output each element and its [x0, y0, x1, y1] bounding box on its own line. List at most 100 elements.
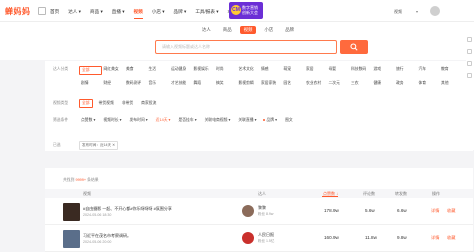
category-item[interactable]: 汽车: [417, 66, 440, 75]
video-type-option[interactable]: 带货视频: [97, 100, 116, 107]
category-item[interactable]: 家居家装: [259, 80, 282, 87]
condition-dropdown[interactable]: 品牌 ▾: [265, 116, 280, 124]
category-item[interactable]: 三农: [349, 80, 372, 87]
condition-dropdown[interactable]: 发布时间 ▾: [128, 116, 150, 124]
nav-item-tools[interactable]: 工具/报表 ▾: [195, 9, 218, 19]
category-item[interactable]: 农业农村: [304, 80, 327, 87]
category-item[interactable]: 母婴: [327, 66, 350, 75]
category-item[interactable]: 搞笑: [214, 80, 237, 87]
sort-indicator: [322, 196, 338, 197]
tab-shop[interactable]: 小店: [260, 26, 277, 34]
selected-tag[interactable]: 发布时间：近14天 ✕: [79, 141, 119, 150]
category-item[interactable]: 财经: [102, 80, 125, 87]
feedback-icon[interactable]: [467, 49, 472, 54]
category-item[interactable]: 园艺: [282, 80, 305, 87]
category-item[interactable]: 生活: [147, 66, 170, 75]
category-grid: 全部 网红美女 美食 生活 运动健身 影视娱乐 时尚 艺术文化 情感 萌宠 家居…: [79, 66, 469, 87]
category-item[interactable]: 游戏: [372, 66, 395, 75]
category-item[interactable]: 家居: [304, 66, 327, 75]
service-icon[interactable]: [467, 37, 472, 42]
category-item[interactable]: 舞蹈: [192, 80, 215, 87]
filter-panel: 达人分类 全部 网红美女 美食 生活 运动健身 影视娱乐 时尚 艺术文化 情感 …: [45, 61, 473, 151]
category-item[interactable]: 科技数码: [349, 66, 372, 75]
user-avatar[interactable]: [430, 6, 440, 16]
likes-value: 160.9w: [324, 235, 339, 240]
table-row[interactable]: #自由摄影 一起、不开心都#你乐呀呀呀 #氛围分享 2024-05-06 18:…: [45, 199, 473, 225]
condition-dropdown[interactable]: 视频时长 ▾: [101, 116, 123, 124]
video-title[interactable]: #自由摄影 一起、不开心都#你乐呀呀呀 #氛围分享: [83, 206, 172, 212]
video-thumbnail[interactable]: [63, 203, 80, 221]
nav-item-home[interactable]: 首页: [50, 9, 59, 19]
creator-name[interactable]: 黎黎: [258, 205, 266, 211]
nav-item-live[interactable]: 直播 ▾: [112, 9, 125, 19]
chevron-down-icon[interactable]: ▾: [416, 9, 418, 14]
tab-video[interactable]: 视频: [239, 26, 257, 34]
th-actions: 操作: [432, 191, 440, 196]
condition-dropdown[interactable]: 关联电商视频 ▾: [203, 116, 233, 124]
nav-item-creator[interactable]: 达人 ▾: [68, 9, 81, 19]
th-comments[interactable]: 评论数: [363, 191, 375, 197]
search-input[interactable]: 请输入视频标题或达人名称: [155, 40, 337, 54]
favorite-link[interactable]: 收藏: [447, 208, 455, 214]
category-item[interactable]: 音乐: [147, 80, 170, 87]
app-switch-icon[interactable]: [38, 7, 46, 15]
back-to-top-icon[interactable]: [467, 73, 472, 78]
nav-item-goods[interactable]: 商品 ▾: [90, 9, 103, 19]
table-row[interactable]: 习近平在茂名市考察调研。 2024-05-06 20:00 人民日报 粉丝 1.…: [45, 226, 473, 252]
video-thumbnail[interactable]: [63, 230, 80, 248]
category-item[interactable]: 其他: [439, 80, 462, 87]
category-item[interactable]: 全部: [79, 66, 102, 75]
tab-brand[interactable]: 品牌: [281, 26, 298, 34]
category-item[interactable]: 体育: [417, 80, 440, 87]
condition-dropdown[interactable]: 图文: [283, 117, 295, 124]
category-item[interactable]: 数码测评: [124, 80, 147, 87]
category-item[interactable]: 时尚: [214, 66, 237, 75]
th-shares[interactable]: 转发数: [395, 191, 407, 197]
category-item[interactable]: 旅行: [394, 66, 417, 75]
detail-link[interactable]: 详情: [431, 235, 439, 241]
count-value: 9999+: [75, 178, 87, 182]
tab-goods[interactable]: 商品: [219, 26, 236, 34]
qrcode-icon[interactable]: [467, 61, 472, 66]
logo[interactable]: 蝉妈妈: [5, 6, 31, 17]
favorite-link[interactable]: 收藏: [447, 235, 455, 241]
creator-avatar[interactable]: [242, 205, 254, 217]
category-item[interactable]: 美食: [124, 66, 147, 75]
banner-line-2: 创新大会: [242, 10, 258, 15]
condition-dropdown[interactable]: 是否挂车 ▾: [176, 116, 198, 124]
category-item[interactable]: 健康: [372, 80, 395, 87]
video-type-option[interactable]: 非带货: [120, 100, 135, 107]
selected-conditions: 已选 发布时间：近14天 ✕: [53, 141, 119, 150]
category-item[interactable]: 萌宠: [282, 66, 305, 75]
tab-creator[interactable]: 达人: [198, 26, 215, 34]
search-button[interactable]: [340, 40, 368, 54]
detail-link[interactable]: 详情: [431, 208, 439, 214]
condition-dropdown[interactable]: 关联直播 ▾: [236, 116, 258, 124]
category-item[interactable]: 影视剪辑: [237, 80, 260, 87]
category-item[interactable]: 艺术文化: [237, 66, 260, 75]
creator-name[interactable]: 人民日报: [258, 232, 274, 238]
condition-dropdown[interactable]: 近14天 ▾: [154, 116, 173, 124]
nav-item-shop[interactable]: 小店 ▾: [152, 9, 165, 19]
video-type-option[interactable]: 全部: [79, 99, 93, 108]
video-title[interactable]: 习近平在茂名市考察调研。: [83, 233, 131, 239]
nav-item-video[interactable]: 视频: [134, 9, 143, 19]
category-item[interactable]: 影视娱乐: [192, 66, 215, 75]
category-item[interactable]: 剧情: [79, 80, 102, 87]
category-item[interactable]: 情感: [259, 66, 282, 75]
selected-label: 已选: [53, 143, 61, 147]
video-type-option[interactable]: 商家投流: [139, 100, 158, 107]
right-float-toolbar: [466, 30, 474, 150]
category-item[interactable]: 政务: [394, 80, 417, 87]
category-item[interactable]: 网红美女: [102, 66, 125, 75]
nav-item-brand[interactable]: 品牌 ▾: [174, 9, 187, 19]
user-menu-label[interactable]: 视频: [394, 9, 402, 15]
category-item[interactable]: 二次元: [327, 80, 350, 87]
creator-avatar[interactable]: [242, 232, 254, 244]
category-item[interactable]: 教育: [439, 66, 462, 75]
category-item[interactable]: 才艺技能: [169, 80, 192, 87]
condition-dropdown[interactable]: 点赞数 ▾: [79, 116, 97, 124]
category-item[interactable]: 运动健身: [169, 66, 192, 75]
shares-value: 6.6w: [397, 208, 407, 213]
event-banner[interactable]: CM 数字营销 创新大会: [229, 2, 263, 19]
